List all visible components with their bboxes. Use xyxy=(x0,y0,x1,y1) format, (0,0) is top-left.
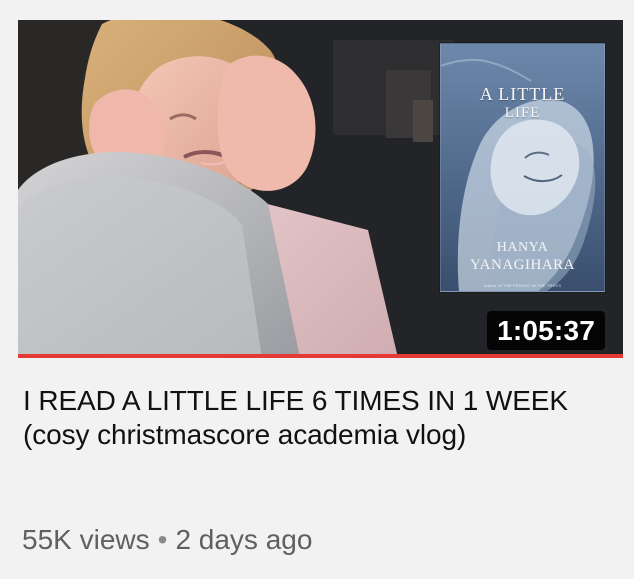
book-cover: A LITTLE LIFE HANYA YANAGIHARA Author of… xyxy=(440,43,605,292)
book-author: HANYA YANAGIHARA xyxy=(441,240,604,274)
book-small-text: Author of THE PEOPLE IN THE TREES xyxy=(483,283,562,288)
book-author-line1: HANYA xyxy=(496,240,549,255)
upload-age: 2 days ago xyxy=(175,524,313,555)
video-thumbnail[interactable]: A LITTLE LIFE HANYA YANAGIHARA Author of… xyxy=(18,20,623,358)
view-count: 55K views xyxy=(22,524,150,555)
watch-progress-bar xyxy=(18,354,623,358)
meta-separator: • xyxy=(157,524,168,555)
book-title-line1: A LITTLE xyxy=(479,84,566,104)
video-title-line2: (cosy christmascore academia vlog) xyxy=(23,419,467,450)
book-title: A LITTLE LIFE xyxy=(441,84,604,123)
book-title-line2: LIFE xyxy=(504,105,541,121)
video-meta: 55K views • 2 days ago xyxy=(22,523,312,557)
watch-progress-fill xyxy=(18,354,623,358)
video-title-line1: I READ A LITTLE LIFE 6 TIMES IN 1 WEEK xyxy=(23,385,568,416)
video-title[interactable]: I READ A LITTLE LIFE 6 TIMES IN 1 WEEK (… xyxy=(23,384,628,452)
video-card[interactable]: A LITTLE LIFE HANYA YANAGIHARA Author of… xyxy=(0,0,634,579)
book-author-line2: YANAGIHARA xyxy=(470,257,575,273)
duration-badge: 1:05:37 xyxy=(487,311,605,350)
